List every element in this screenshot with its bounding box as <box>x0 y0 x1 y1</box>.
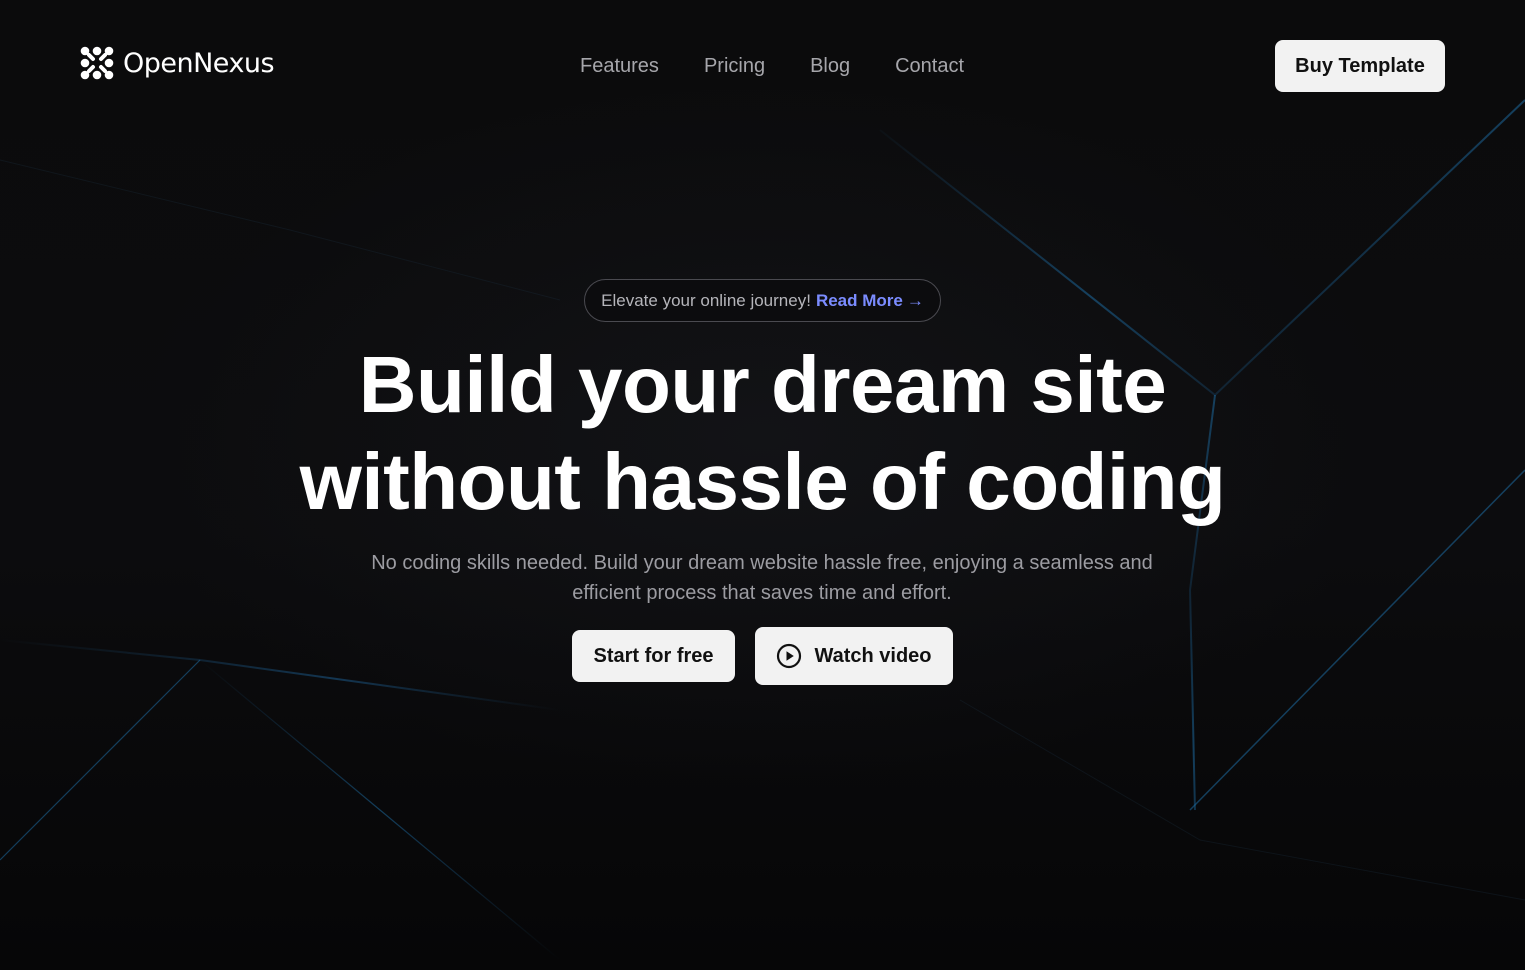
headline-line-2: without hassle of coding <box>299 437 1226 526</box>
play-circle-icon <box>777 643 802 669</box>
buy-template-button[interactable]: Buy Template <box>1275 40 1445 92</box>
watch-video-button[interactable]: Watch video <box>755 627 953 685</box>
nav-links: Features Pricing Blog Contact <box>580 52 1009 80</box>
subtext-line-1: No coding skills needed. Build your drea… <box>371 552 1153 574</box>
hero-headline: Build your dream site without hassle of … <box>0 336 1525 530</box>
read-more-link[interactable]: Read More <box>816 291 903 311</box>
nav-link-pricing[interactable]: Pricing <box>704 52 765 80</box>
nav-link-contact[interactable]: Contact <box>895 52 964 80</box>
top-navigation: OpenNexus Features Pricing Blog Contact … <box>0 0 1525 132</box>
nexus-dots-icon <box>80 46 114 80</box>
watch-video-label: Watch video <box>814 644 932 667</box>
hero-subtext: No coding skills needed. Build your drea… <box>362 548 1162 608</box>
landing-page: OpenNexus Features Pricing Blog Contact … <box>0 0 1525 970</box>
start-for-free-button[interactable]: Start for free <box>572 630 735 682</box>
announcement-pill[interactable]: Elevate your online journey! Read More → <box>584 279 941 322</box>
nav-link-blog[interactable]: Blog <box>810 52 850 80</box>
nav-link-features[interactable]: Features <box>580 52 659 80</box>
announcement-text: Elevate your online journey! <box>601 290 811 310</box>
headline-line-1: Build your dream site <box>358 340 1167 429</box>
subtext-line-2: efficient process that saves time and ef… <box>572 582 952 604</box>
brand-logo[interactable]: OpenNexus <box>79 44 275 82</box>
brand-name: OpenNexus <box>123 47 275 79</box>
arrow-right-icon: → <box>906 290 924 310</box>
